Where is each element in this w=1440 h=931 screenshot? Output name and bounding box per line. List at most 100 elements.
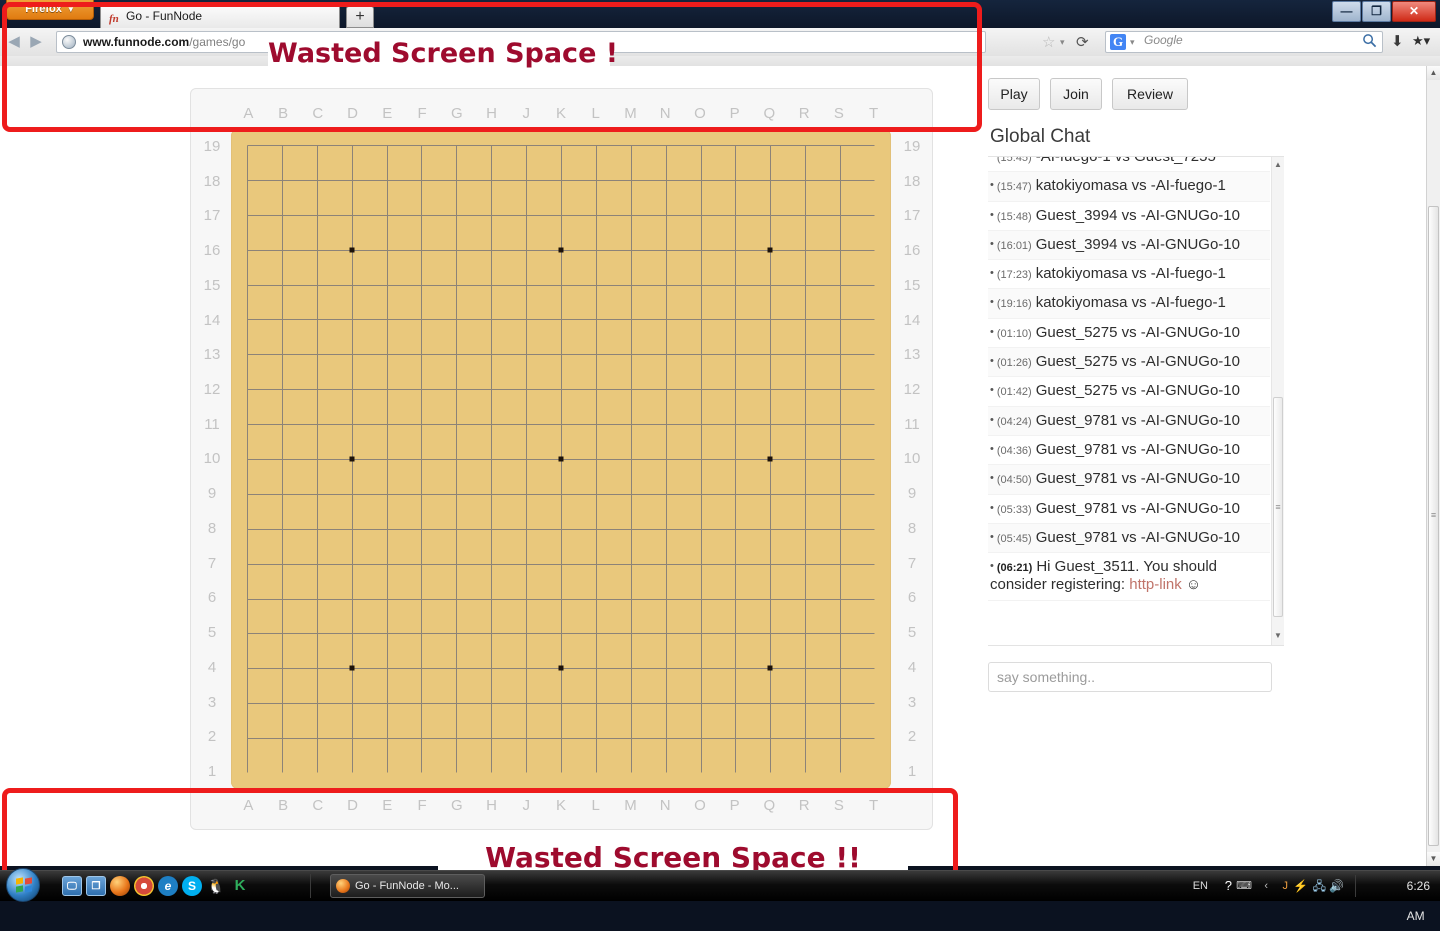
taskbar-window-go-funnode[interactable]: Go - FunNode - Mo... <box>330 874 485 898</box>
power-icon[interactable]: ⚡ <box>1293 871 1308 901</box>
chat-input[interactable]: say something.. <box>988 662 1272 692</box>
tab-title: Go - FunNode <box>126 9 203 23</box>
taskbar-clock[interactable]: 6:26 AM <box>1407 871 1430 923</box>
board-row-label-left-7: 7 <box>207 554 217 572</box>
board-col-label-top-T: T <box>869 105 879 122</box>
skype-icon[interactable]: S <box>182 876 202 896</box>
chat-scrollbar[interactable]: ▲ ≡ ▼ <box>1271 157 1284 645</box>
board-row-label-left-17: 17 <box>203 207 221 225</box>
java-icon[interactable]: J <box>1283 871 1289 901</box>
chat-text: katokiyomasa vs -AI-fuego-1 <box>1035 294 1226 312</box>
browser-nav-bar: ◀ ▶ www.funnode.com/games/go ☆ ▾ ⟳ G ▾ G… <box>0 28 1440 57</box>
scroll-grip-icon: ≡ <box>1430 510 1437 520</box>
chat-timestamp: (06:21) <box>996 562 1033 575</box>
global-chat-box[interactable]: • (15:45) -AI-fuego-1 vs Guest_7255 • (15:47… <box>988 156 1284 646</box>
board-row-label-left-3: 3 <box>207 693 217 711</box>
bookmark-star-icon[interactable]: ☆ <box>1042 33 1055 51</box>
bullet-icon: • <box>990 384 994 397</box>
chat-text: Guest_3994 vs -AI-GNUGo-10 <box>1035 235 1240 253</box>
review-button[interactable]: Review <box>1112 78 1188 110</box>
board-col-label-bottom-N: N <box>659 797 671 814</box>
board-col-label-top-F: F <box>417 105 427 122</box>
maximize-button[interactable]: ❐ <box>1362 1 1391 22</box>
board-row-label-left-6: 6 <box>207 589 217 607</box>
close-button[interactable]: ✕ <box>1392 1 1436 22</box>
start-button-icon[interactable] <box>6 868 40 902</box>
board-col-label-top-J: J <box>522 105 530 122</box>
chat-timestamp: (01:42) <box>996 386 1032 399</box>
chevron-down-icon[interactable]: ▾ <box>1060 37 1065 48</box>
chat-timestamp: (15:48) <box>996 210 1032 223</box>
board-row-label-left-9: 9 <box>207 485 217 503</box>
board-col-label-bottom-B: B <box>278 797 289 814</box>
go-board-grid[interactable] <box>247 145 875 773</box>
board-row-label-right-11: 11 <box>904 415 920 433</box>
join-button[interactable]: Join <box>1050 78 1102 110</box>
board-row-label-right-5: 5 <box>907 624 917 642</box>
chevron-down-icon[interactable]: ▾ <box>1130 37 1135 48</box>
board-row-label-right-14: 14 <box>903 311 921 329</box>
internet-explorer-icon[interactable]: e <box>158 876 178 896</box>
go-board[interactable] <box>231 129 891 789</box>
scroll-down-icon[interactable]: ▼ <box>1427 852 1440 866</box>
tab-go-funnode[interactable]: fn Go - FunNode <box>100 3 340 28</box>
star-point <box>349 456 355 462</box>
chat-scroll-down-icon[interactable]: ▼ <box>1272 630 1284 643</box>
chrome-icon[interactable] <box>134 876 154 896</box>
go-board-panel[interactable]: ABCDEFGHJKLMNOPQRST 19 18 17 16 15 14 13 12 11 10… <box>190 88 933 830</box>
firefox-icon[interactable] <box>110 876 130 896</box>
show-desktop-icon[interactable]: 🖵 <box>62 876 82 896</box>
back-arrow-icon[interactable]: ◀ <box>6 34 22 50</box>
play-button[interactable]: Play <box>988 78 1040 110</box>
star-point <box>349 247 355 253</box>
smiley-icon: ☺ <box>1181 576 1202 594</box>
minimize-button[interactable]: — <box>1332 1 1361 22</box>
kingsoft-icon[interactable]: K <box>230 876 250 896</box>
volume-icon[interactable]: 🔊 <box>1329 871 1344 901</box>
chat-message: • (01:10) Guest_5275 vs -AI-GNUGo-10 <box>988 319 1270 349</box>
network-icon[interactable]: 🖧 <box>1313 871 1326 901</box>
board-col-label-top-H: H <box>486 105 497 122</box>
taskbar-divider <box>310 874 311 898</box>
chat-message: • (15:47) katokiyomasa vs -AI-fuego-1 <box>988 172 1270 202</box>
chat-text: Guest_5275 vs -AI-GNUGo-10 <box>1035 323 1240 341</box>
page-scrollbar[interactable]: ▲ ≡ ▼ <box>1426 66 1440 866</box>
page-scroll-thumb[interactable] <box>1428 206 1439 846</box>
bullet-icon: • <box>990 325 994 338</box>
bookmarks-menu-icon[interactable]: ★▾ <box>1412 33 1430 49</box>
reload-icon[interactable]: ⟳ <box>1076 33 1089 51</box>
board-col-label-bottom-Q: Q <box>763 797 776 814</box>
page-viewport: ABCDEFGHJKLMNOPQRST 19 18 17 16 15 14 13 12 11 10… <box>0 66 1426 866</box>
chat-text: Guest_9781 vs -AI-GNUGo-10 <box>1035 499 1240 517</box>
scroll-up-icon[interactable]: ▲ <box>1427 66 1440 80</box>
bullet-icon: • <box>990 442 994 455</box>
board-col-label-bottom-D: D <box>347 797 358 814</box>
windows-taskbar: Go - FunNode - Mo... 6:26 AM EN? ⌨ ‹ J ⚡ 🖧 🔊 🖵… <box>0 868 1440 923</box>
bullet-icon: • <box>990 208 994 221</box>
chat-message: • (01:26) Guest_5275 vs -AI-GNUGo-10 <box>988 348 1270 378</box>
bullet-icon: • <box>990 296 994 309</box>
google-icon[interactable]: G <box>1110 34 1126 50</box>
downloads-icon[interactable]: ⬇ <box>1391 32 1404 50</box>
chat-scroll-up-icon[interactable]: ▲ <box>1272 159 1284 172</box>
switch-window-icon[interactable]: ❐ <box>86 876 106 896</box>
qq-icon[interactable]: 🐧 <box>206 876 226 896</box>
board-row-label-left-14: 14 <box>203 311 221 329</box>
global-chat-title: Global Chat <box>990 126 1091 147</box>
help-icon[interactable]: ? <box>1225 871 1232 901</box>
chat-timestamp: (19:16) <box>996 298 1032 311</box>
board-col-label-top-Q: Q <box>763 105 776 122</box>
new-tab-button[interactable]: + <box>346 6 374 28</box>
firefox-menu-button[interactable]: Firefox ▼ <box>6 0 94 20</box>
show-hidden-icons-chevron-icon[interactable]: ‹ <box>1264 871 1268 901</box>
chat-timestamp: (15:47) <box>996 181 1032 194</box>
funnode-favicon-icon: fn <box>109 13 119 25</box>
board-row-label-left-13: 13 <box>203 346 221 364</box>
input-switcher-icon[interactable]: ⌨ <box>1236 871 1252 901</box>
forward-arrow-icon[interactable]: ▶ <box>28 34 44 50</box>
chat-message-list: • (15:45) -AI-fuego-1 vs Guest_7255 • (15:47… <box>988 157 1270 601</box>
language-indicator[interactable]: EN <box>1193 871 1208 901</box>
search-icon[interactable] <box>1362 33 1377 51</box>
search-input-placeholder[interactable]: Google <box>1144 33 1183 47</box>
chat-link[interactable]: http-link <box>1129 576 1182 593</box>
